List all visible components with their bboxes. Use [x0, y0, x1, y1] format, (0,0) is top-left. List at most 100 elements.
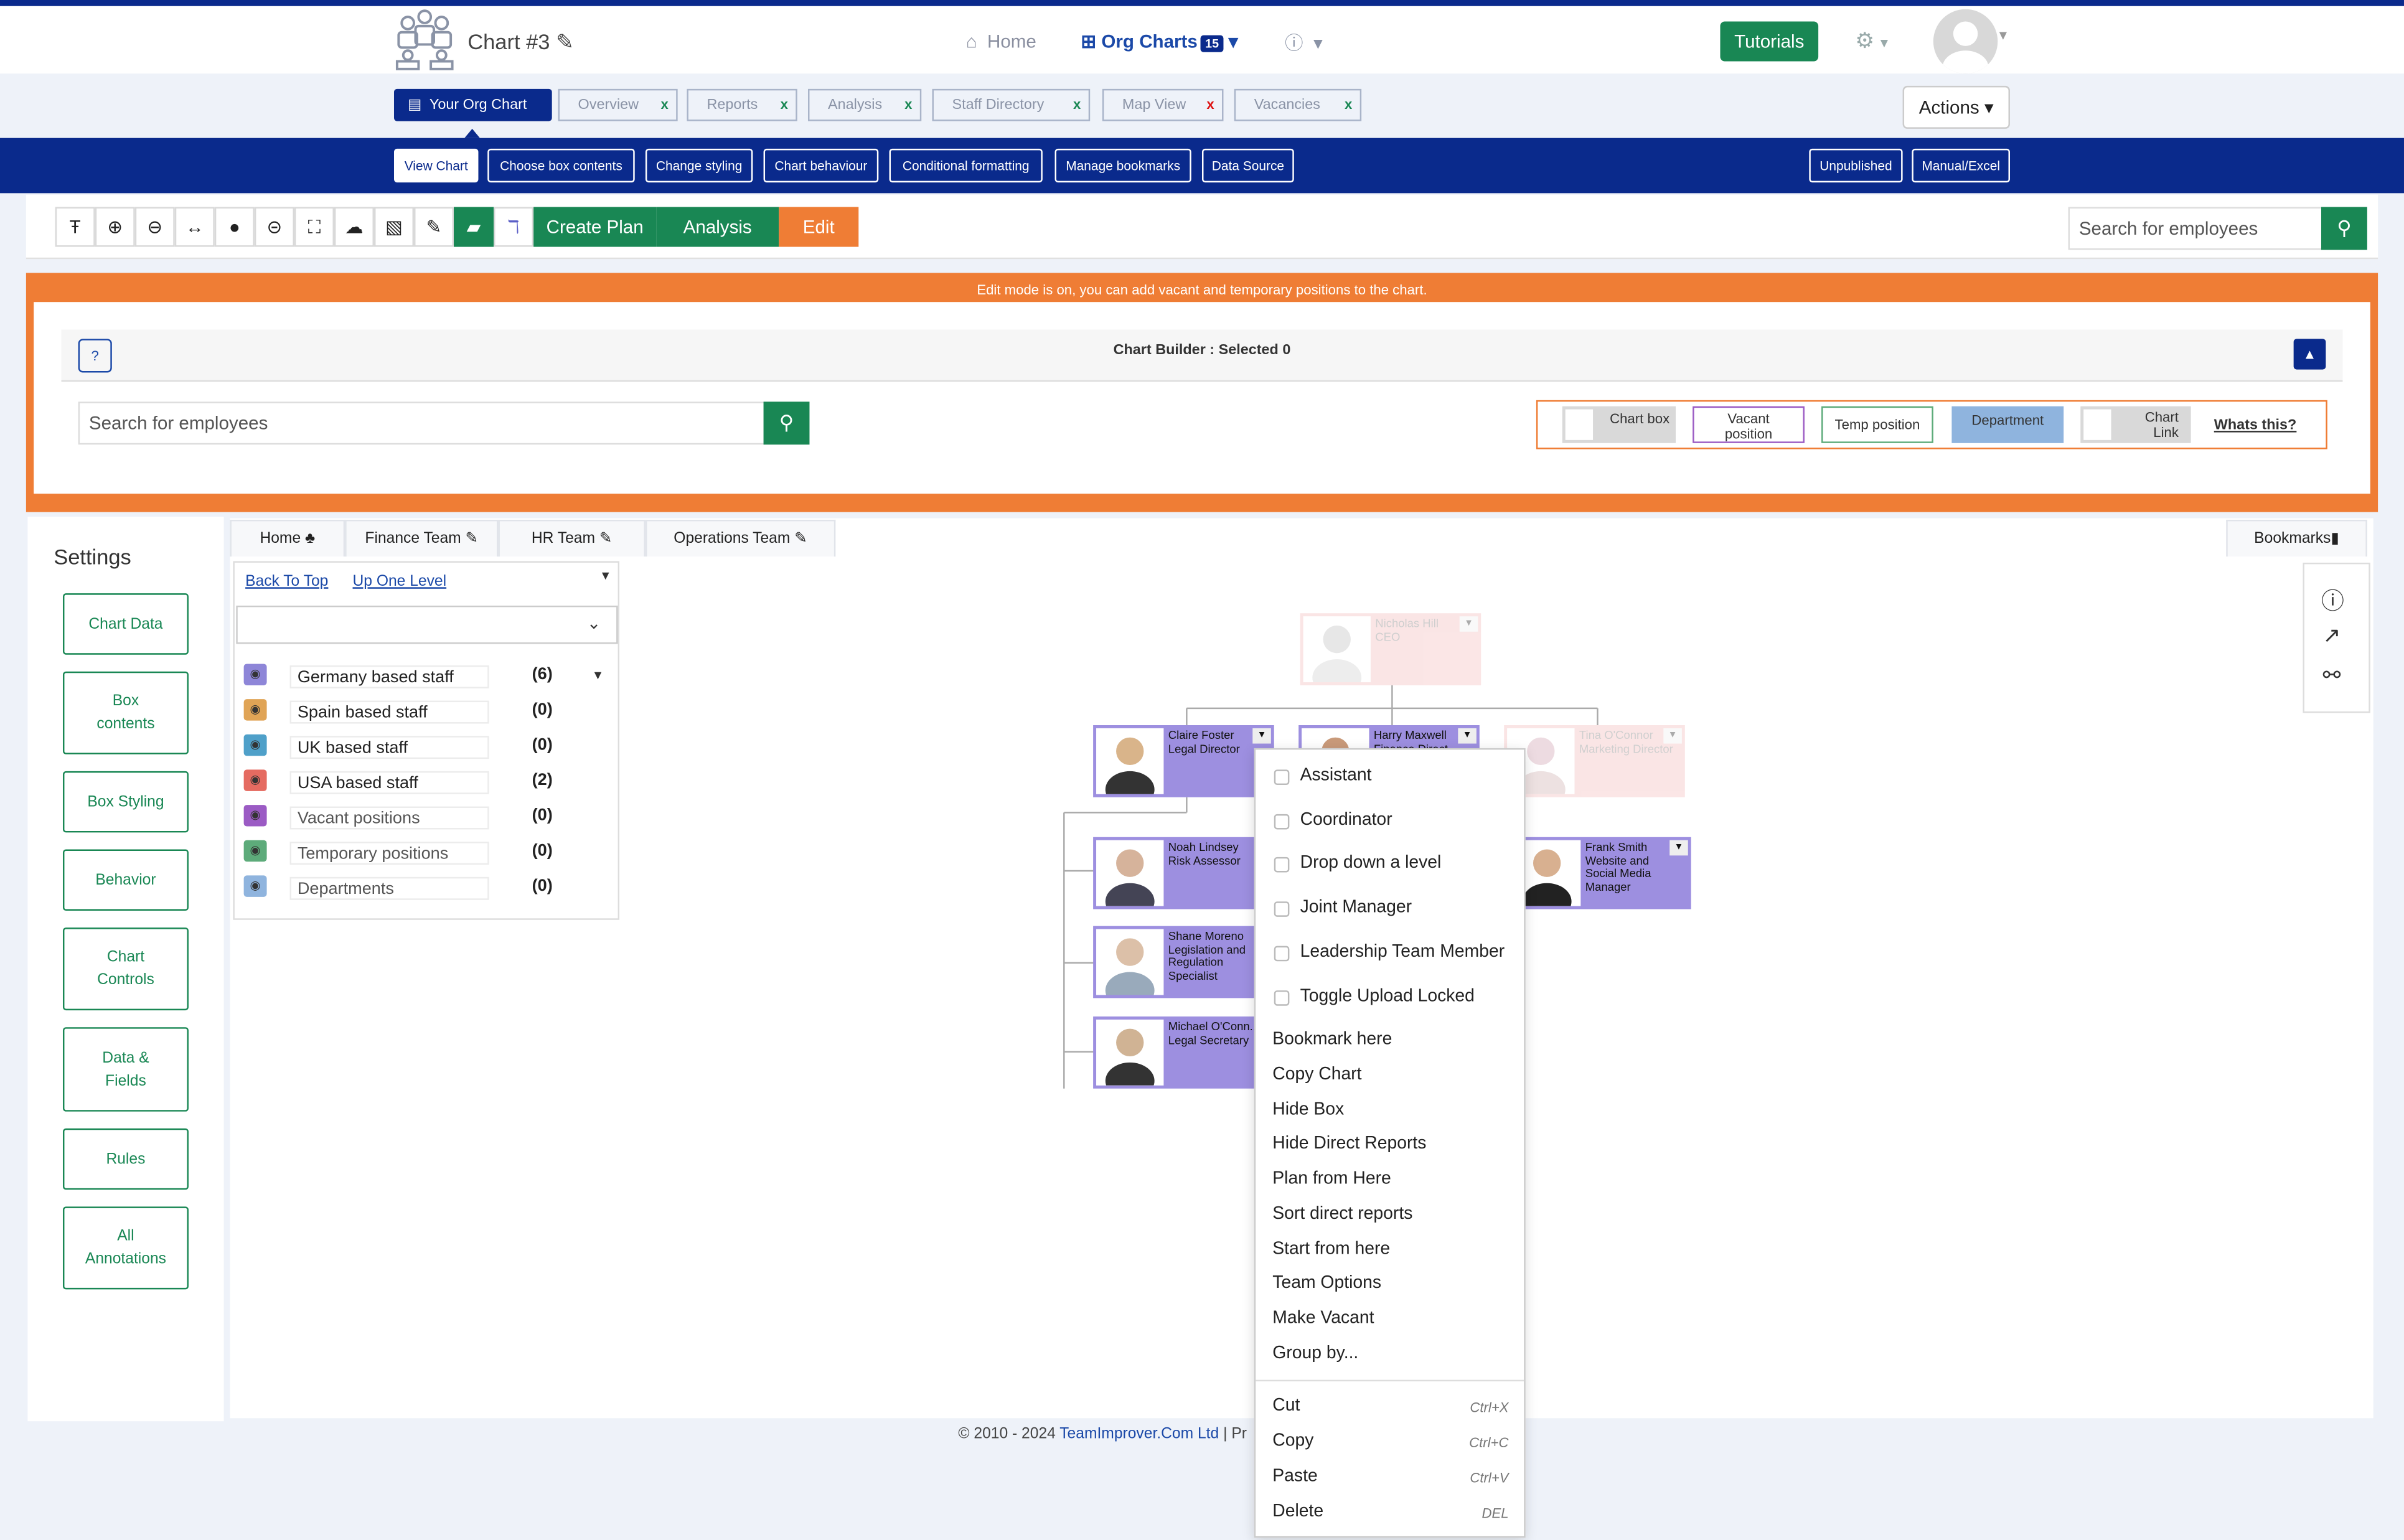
menu-item-copy[interactable]: Copy	[1272, 1432, 1313, 1450]
eye-icon[interactable]: ◉	[243, 769, 267, 791]
org-card[interactable]: Tina O'Connor Marketing Director ▼	[1504, 725, 1685, 797]
card-menu-icon[interactable]: ▼	[1459, 616, 1478, 632]
collapse-up-icon[interactable]: ▲	[2293, 339, 2326, 370]
actions-dropdown[interactable]: Actions ▾	[1902, 85, 2010, 129]
filter-row[interactable]: ◉ Temporary positions (0)	[241, 840, 609, 871]
close-tab-icon[interactable]: x	[1073, 90, 1081, 120]
link-icon[interactable]: ⚯	[2322, 662, 2341, 688]
share-icon[interactable]: ↗	[2322, 622, 2341, 649]
org-card[interactable]: Frank Smith Website and Social Media Manage…	[1510, 837, 1691, 909]
eye-slash-icon[interactable]: ◉	[243, 805, 267, 827]
caret-down-icon[interactable]: ▼	[599, 569, 612, 583]
close-tab-icon[interactable]: x	[1206, 90, 1214, 120]
tab-analysis[interactable]: Analysis x	[808, 88, 922, 121]
card-menu-icon[interactable]: ▼	[1663, 728, 1682, 744]
filter-row[interactable]: ◉ Germany based staff (6) ▼	[241, 664, 609, 694]
search-icon[interactable]: ⚲	[763, 401, 810, 445]
box-contents-button[interactable]: Box contents	[62, 671, 189, 754]
eye-icon[interactable]: ◉	[243, 699, 267, 721]
menu-item-hide-direct-reports[interactable]: Hide Direct Reports	[1272, 1135, 1426, 1153]
chart-behaviour-button[interactable]: Chart behaviour	[763, 148, 879, 183]
close-tab-icon[interactable]: x	[904, 90, 912, 120]
team-tab-hr[interactable]: HR Team ✎	[498, 519, 646, 557]
legend-temp-position[interactable]: Temp position	[1821, 406, 1933, 443]
tab-staff-directory[interactable]: Staff Directory x	[932, 88, 1091, 121]
nav-home[interactable]: ⌂ Home	[966, 31, 1036, 52]
rules-button[interactable]: Rules	[62, 1128, 189, 1190]
legend-chart-link[interactable]: Chart Link	[2080, 406, 2191, 443]
org-card[interactable]: Claire Foster Legal Director ▼	[1093, 725, 1274, 797]
fit-width-icon[interactable]: ↔	[174, 207, 215, 247]
employee-search-input[interactable]: Search for employees	[2068, 207, 2323, 250]
checkbox[interactable]	[1274, 901, 1290, 917]
change-styling-button[interactable]: Change styling	[645, 148, 753, 183]
data-fields-button[interactable]: Data & Fields	[62, 1027, 189, 1112]
behavior-button[interactable]: Behavior	[62, 849, 189, 911]
filter-row[interactable]: ◉ Departments (0)	[241, 875, 609, 906]
menu-item-paste[interactable]: Paste	[1272, 1467, 1317, 1486]
eye-icon[interactable]: ◉	[243, 664, 267, 685]
menu-item-hide-box[interactable]: Hide Box	[1272, 1101, 1344, 1119]
tutorials-button[interactable]: Tutorials	[1720, 21, 1819, 62]
edit-button[interactable]: Edit	[779, 207, 859, 247]
manual-excel-button[interactable]: Manual/Excel	[1912, 148, 2010, 183]
close-tab-icon[interactable]: x	[781, 90, 788, 120]
excel-export-icon[interactable]: ▧	[373, 207, 415, 247]
menu-item-joint-manager[interactable]: Joint Manager	[1300, 898, 1412, 917]
card-menu-icon[interactable]: ▼	[1252, 728, 1271, 744]
company-link[interactable]: TeamImprover.Com Ltd	[1059, 1426, 1219, 1443]
team-tab-finance[interactable]: Finance Team ✎	[345, 519, 499, 557]
menu-item-group-by[interactable]: Group by...	[1272, 1345, 1358, 1363]
legend-department[interactable]: Department	[1951, 406, 2064, 443]
zoom-out-icon[interactable]: ⊖	[134, 207, 175, 247]
conditional-formatting-button[interactable]: Conditional formatting	[889, 148, 1043, 183]
legend-chart-box[interactable]: Chart box	[1562, 406, 1676, 443]
tab-reports[interactable]: Reports x	[687, 88, 797, 121]
whats-this-link[interactable]: Whats this?	[2202, 406, 2309, 443]
menu-item-coordinator[interactable]: Coordinator	[1300, 811, 1392, 830]
app-logo-icon[interactable]	[391, 9, 458, 71]
text-size-icon[interactable]: Ŧ	[55, 207, 95, 247]
caret-down-icon[interactable]: ▾	[1999, 27, 2007, 44]
checkbox[interactable]	[1274, 946, 1290, 962]
settings-menu[interactable]: ⚙ ▾	[1855, 27, 1888, 54]
eye-slash-icon[interactable]: ◉	[243, 875, 267, 897]
builder-search-input[interactable]: Search for employees	[78, 401, 766, 445]
data-source-button[interactable]: Data Source	[1201, 148, 1294, 183]
chart-data-button[interactable]: Chart Data	[62, 593, 189, 655]
view-chart-button[interactable]: View Chart	[393, 148, 479, 183]
menu-item-team-options[interactable]: Team Options	[1272, 1274, 1381, 1293]
all-annotations-button[interactable]: All Annotations	[62, 1206, 189, 1290]
teams-icon[interactable]: ℸ	[494, 207, 534, 247]
back-to-top-link[interactable]: Back To Top	[245, 573, 328, 590]
menu-item-plan-from-here[interactable]: Plan from Here	[1272, 1170, 1391, 1188]
filter-row[interactable]: ◉ USA based staff (2)	[241, 769, 609, 800]
question-circle-icon[interactable]: ⓘ	[2321, 584, 2344, 616]
menu-item-make-vacant[interactable]: Make Vacant	[1272, 1309, 1374, 1328]
cloud-upload-icon[interactable]: ☁	[334, 207, 374, 247]
org-card[interactable]: Michael O'Conn... Legal Secretary	[1093, 1016, 1274, 1089]
filter-row[interactable]: ◉ Spain based staff (0)	[241, 699, 609, 730]
eye-slash-icon[interactable]: ◉	[243, 840, 267, 862]
tab-overview[interactable]: Overview x	[558, 88, 678, 121]
tab-map-view[interactable]: Map View x	[1102, 88, 1224, 121]
chart-title[interactable]: Chart #3 ✎	[467, 29, 574, 55]
manage-bookmarks-button[interactable]: Manage bookmarks	[1054, 148, 1191, 183]
nav-org-charts[interactable]: ⊞ Org Charts 15 ▾	[1081, 31, 1238, 52]
org-card[interactable]: Noah Lindsey Risk Assessor	[1093, 837, 1274, 909]
bookmarks-tab[interactable]: Bookmarks▮	[2226, 519, 2367, 557]
menu-item-copy-chart[interactable]: Copy Chart	[1272, 1066, 1361, 1084]
menu-item-drop-down-level[interactable]: Drop down a level	[1300, 854, 1442, 873]
menu-item-bookmark-here[interactable]: Bookmark here	[1272, 1030, 1392, 1049]
analysis-button[interactable]: Analysis	[656, 207, 779, 247]
up-one-level-link[interactable]: Up One Level	[352, 573, 446, 590]
fullscreen-icon[interactable]: ⛶	[294, 207, 334, 247]
card-menu-icon[interactable]: ▼	[1669, 840, 1688, 856]
checkbox[interactable]	[1274, 857, 1290, 873]
comment-icon[interactable]: ▰	[454, 207, 494, 247]
tab-your-org-chart[interactable]: ▤ Your Org Chart	[393, 88, 552, 121]
org-card[interactable]: Shane Moreno Legislation and Regulation Spe…	[1093, 926, 1274, 998]
zoom-in-icon[interactable]: ⊕	[95, 207, 135, 247]
org-card-ceo[interactable]: Nicholas Hill CEO ▼	[1300, 613, 1481, 685]
collapse-all-icon[interactable]: ⊝	[254, 207, 294, 247]
